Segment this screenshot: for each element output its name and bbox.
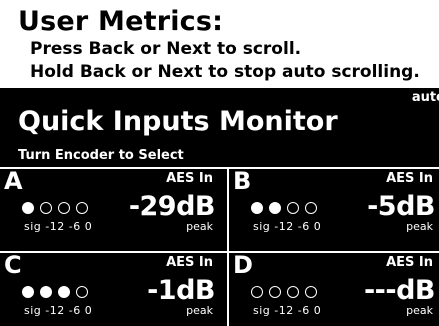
peak-value: -29dB <box>128 191 216 222</box>
auto-status-indicator: auto <box>411 90 439 105</box>
instruction-scroll: Press Back or Next to scroll. <box>30 39 302 59</box>
channel-letter: A <box>4 169 23 195</box>
peak-value: ---dB <box>363 275 436 306</box>
channel-a-cell[interactable]: A AES In sig -12 -6 0 -29dB peak <box>0 169 219 251</box>
level-dot-on-icon <box>22 202 34 214</box>
level-dots <box>251 202 317 214</box>
channel-d-cell[interactable]: D AES In sig -12 -6 0 ---dB peak <box>229 253 439 326</box>
level-dot-off-icon <box>58 202 70 214</box>
peak-value: -5dB <box>367 191 435 222</box>
level-dot-off-icon <box>305 286 317 298</box>
level-dot-on-icon <box>269 202 281 214</box>
level-dot-on-icon <box>58 286 70 298</box>
level-dots <box>22 286 88 298</box>
channel-source: AES In <box>166 171 213 186</box>
level-dot-off-icon <box>305 202 317 214</box>
level-dot-on-icon <box>40 286 52 298</box>
metrics-header: User Metrics: Press Back or Next to scro… <box>0 0 439 88</box>
peak-label: peak <box>406 304 433 317</box>
level-dot-off-icon <box>251 286 263 298</box>
channel-source: AES In <box>386 171 433 186</box>
channel-source: AES In <box>166 255 213 270</box>
device-screen: auto Quick Inputs Monitor Turn Encoder t… <box>0 88 439 326</box>
page-title: User Metrics: <box>18 6 224 37</box>
peak-value: -1dB <box>147 275 215 306</box>
level-scale: sig -12 -6 0 <box>24 220 93 233</box>
encoder-hint: Turn Encoder to Select <box>18 148 184 163</box>
level-dot-off-icon <box>76 286 88 298</box>
level-scale: sig -12 -6 0 <box>253 304 322 317</box>
peak-label: peak <box>186 304 213 317</box>
level-dot-off-icon <box>40 202 52 214</box>
level-dot-on-icon <box>22 286 34 298</box>
channel-letter: D <box>233 253 253 279</box>
level-dots <box>22 202 88 214</box>
level-dot-off-icon <box>287 286 299 298</box>
channel-letter: C <box>4 253 22 279</box>
peak-label: peak <box>186 220 213 233</box>
level-scale: sig -12 -6 0 <box>24 304 93 317</box>
channel-letter: B <box>233 169 252 195</box>
level-dot-off-icon <box>76 202 88 214</box>
monitor-title: Quick Inputs Monitor <box>18 106 338 137</box>
level-dot-off-icon <box>287 202 299 214</box>
channel-b-cell[interactable]: B AES In sig -12 -6 0 -5dB peak <box>229 169 439 251</box>
level-dot-on-icon <box>251 202 263 214</box>
level-dot-off-icon <box>269 286 281 298</box>
channel-source: AES In <box>386 255 433 270</box>
channel-c-cell[interactable]: C AES In sig -12 -6 0 -1dB peak <box>0 253 219 326</box>
level-dots <box>251 286 317 298</box>
level-scale: sig -12 -6 0 <box>253 220 322 233</box>
instruction-auto-scroll: Hold Back or Next to stop auto scrolling… <box>30 62 420 82</box>
peak-label: peak <box>406 220 433 233</box>
